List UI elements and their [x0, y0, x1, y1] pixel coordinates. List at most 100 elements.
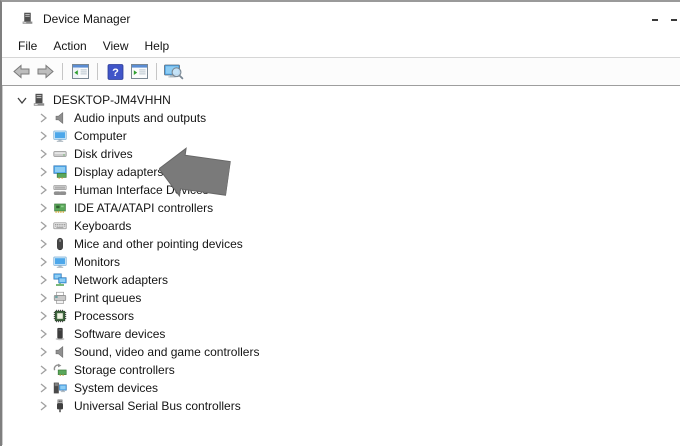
chevron-down-icon[interactable]: [16, 97, 28, 104]
keyboard-icon: [53, 219, 67, 233]
mouse-icon: [53, 237, 67, 251]
tree-item-label: Display adapters: [74, 165, 163, 179]
tree-item-desktop-jm4vhhn[interactable]: DESKTOP-JM4VHHN: [3, 91, 680, 109]
chevron-right-icon[interactable]: [37, 131, 49, 141]
chevron-right-icon[interactable]: [37, 257, 49, 267]
tree-item-label: DESKTOP-JM4VHHN: [53, 93, 171, 107]
menu-bar: File Action View Help: [2, 35, 680, 58]
chevron-right-icon[interactable]: [37, 311, 49, 321]
tree-item-label: Print queues: [74, 291, 141, 305]
chevron-right-icon[interactable]: [37, 185, 49, 195]
tree-item-keyboards[interactable]: Keyboards: [3, 217, 680, 235]
chevron-right-icon[interactable]: [37, 365, 49, 375]
chevron-right-icon[interactable]: [37, 221, 49, 231]
chevron-right-icon[interactable]: [37, 293, 49, 303]
toolbar: ?: [2, 58, 680, 86]
ide-controller-icon: [53, 201, 67, 215]
device-manager-icon: [21, 12, 35, 26]
tree-item-label: Software devices: [74, 327, 165, 341]
tree-item-universal-serial-bus-controllers[interactable]: Universal Serial Bus controllers: [3, 397, 680, 415]
tree-item-display-adapters[interactable]: Display adapters: [3, 163, 680, 181]
computer-pc-icon: [32, 93, 46, 107]
back-arrow-icon: [13, 64, 30, 79]
tree-item-ide-ata-atapi-controllers[interactable]: IDE ATA/ATAPI controllers: [3, 199, 680, 217]
network-adapter-icon: [53, 273, 67, 287]
annotation-arrow-icon: [155, 143, 232, 204]
tree-item-label: Sound, video and game controllers: [74, 345, 259, 359]
tree-item-label: Keyboards: [74, 219, 131, 233]
forward-button[interactable]: [33, 60, 57, 84]
tree-item-system-devices[interactable]: System devices: [3, 379, 680, 397]
console-tree-icon: [72, 64, 89, 79]
chevron-right-icon[interactable]: [37, 239, 49, 249]
tree-item-network-adapters[interactable]: Network adapters: [3, 271, 680, 289]
forward-arrow-icon: [37, 64, 54, 79]
storage-controller-icon: [53, 363, 67, 377]
printer-icon: [53, 291, 67, 305]
monitor-icon: [53, 129, 67, 143]
toolbar-separator: [156, 63, 157, 80]
tree-item-label: Monitors: [74, 255, 120, 269]
chevron-right-icon[interactable]: [37, 113, 49, 123]
tree-item-label: Audio inputs and outputs: [74, 111, 206, 125]
toolbar-separator: [97, 63, 98, 80]
tree-item-label: Mice and other pointing devices: [74, 237, 243, 251]
chevron-right-icon[interactable]: [37, 383, 49, 393]
maximize-icon[interactable]: [671, 19, 677, 21]
chevron-right-icon[interactable]: [37, 347, 49, 357]
tree-item-label: Universal Serial Bus controllers: [74, 399, 241, 413]
disk-drive-icon: [53, 147, 67, 161]
tree-item-label: Processors: [74, 309, 134, 323]
menu-file[interactable]: File: [18, 39, 37, 53]
tree-item-processors[interactable]: Processors: [3, 307, 680, 325]
tree-item-storage-controllers[interactable]: Storage controllers: [3, 361, 680, 379]
device-manager-window: Device Manager File Action View Help ? D…: [0, 0, 680, 446]
help-icon: ?: [107, 64, 124, 80]
toolbar-separator: [62, 63, 63, 80]
tree-item-human-interface-devices[interactable]: Human Interface Devices: [3, 181, 680, 199]
tree-item-label: IDE ATA/ATAPI controllers: [74, 201, 213, 215]
menu-action[interactable]: Action: [53, 39, 86, 53]
audio-speaker-icon: [53, 345, 67, 359]
tree-item-monitors[interactable]: Monitors: [3, 253, 680, 271]
title-bar: Device Manager: [2, 2, 680, 35]
scan-hardware-icon: [164, 64, 184, 80]
minimize-icon[interactable]: [652, 19, 658, 21]
tree-item-print-queues[interactable]: Print queues: [3, 289, 680, 307]
action-pane-icon: [131, 64, 148, 79]
audio-speaker-icon: [53, 111, 67, 125]
chevron-right-icon[interactable]: [37, 149, 49, 159]
usb-icon: [53, 399, 67, 413]
show-action-pane-button[interactable]: [127, 60, 151, 84]
chevron-right-icon[interactable]: [37, 329, 49, 339]
processor-icon: [53, 309, 67, 323]
tree-item-sound-video-and-game-controllers[interactable]: Sound, video and game controllers: [3, 343, 680, 361]
chevron-right-icon[interactable]: [37, 275, 49, 285]
software-device-icon: [53, 327, 67, 341]
tree-item-computer[interactable]: Computer: [3, 127, 680, 145]
tree-item-mice-and-other-pointing-devices[interactable]: Mice and other pointing devices: [3, 235, 680, 253]
tree-item-label: Network adapters: [74, 273, 168, 287]
device-tree-panel: DESKTOP-JM4VHHN Audio inputs and outputs C…: [2, 86, 680, 445]
menu-view[interactable]: View: [103, 39, 129, 53]
tree-item-disk-drives[interactable]: Disk drives: [3, 145, 680, 163]
show-console-tree-button[interactable]: [68, 60, 92, 84]
svg-text:?: ?: [112, 67, 119, 79]
menu-help[interactable]: Help: [145, 39, 170, 53]
tree-item-label: Disk drives: [74, 147, 133, 161]
tree-item-audio-inputs-and-outputs[interactable]: Audio inputs and outputs: [3, 109, 680, 127]
tree-item-software-devices[interactable]: Software devices: [3, 325, 680, 343]
tree-item-label: Computer: [74, 129, 127, 143]
system-device-icon: [53, 381, 67, 395]
chevron-right-icon[interactable]: [37, 167, 49, 177]
hid-icon: [53, 183, 67, 197]
tree-item-label: Storage controllers: [74, 363, 175, 377]
tree-item-label: System devices: [74, 381, 158, 395]
help-button[interactable]: ?: [103, 60, 127, 84]
window-title: Device Manager: [43, 12, 130, 26]
chevron-right-icon[interactable]: [37, 401, 49, 411]
chevron-right-icon[interactable]: [37, 203, 49, 213]
scan-hardware-changes-button[interactable]: [162, 60, 186, 84]
back-button[interactable]: [9, 60, 33, 84]
monitor-icon: [53, 255, 67, 269]
